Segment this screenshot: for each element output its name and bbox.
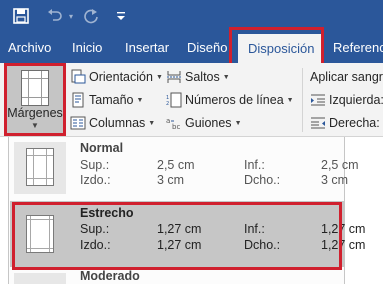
preset-thumbnail — [14, 142, 66, 194]
preset-inf-value: 2,5 cm — [321, 158, 359, 172]
margins-label: Márgenes — [7, 106, 63, 120]
tab-diseno[interactable]: Diseño — [187, 33, 227, 63]
svg-text:a: a — [166, 117, 170, 125]
margin-preset-normal[interactable]: Normal Sup.: 2,5 cm Inf.: 2,5 cm Izdo.: … — [10, 137, 359, 197]
preset-izdo-label: Izdo.: — [80, 173, 111, 187]
ribbon-separator — [302, 68, 303, 132]
hyphenation-label: Guiones — [185, 116, 232, 130]
tab-disposicion[interactable]: Disposición — [238, 34, 325, 64]
margin-preset-moderate[interactable]: Moderado — [10, 267, 345, 284]
preset-sup-value: 2,5 cm — [157, 158, 195, 172]
preset-dcho-label: Dcho.: — [244, 173, 281, 187]
svg-text:2: 2 — [166, 101, 169, 107]
quick-access-toolbar: ▾ — [0, 0, 383, 33]
ribbon-tabs: Archivo Inicio Insertar Diseño Disposici… — [0, 33, 383, 64]
orientation-icon — [70, 69, 86, 85]
breaks-label: Saltos — [185, 70, 220, 84]
preset-inf-label: Inf.: — [244, 222, 265, 236]
page-margins-icon — [26, 215, 54, 253]
hyphenation-icon: a bc — [166, 115, 182, 131]
preset-dcho-value: 1,27 cm — [321, 238, 366, 252]
tab-archivo[interactable]: Archivo — [8, 33, 51, 63]
preset-sup-label: Sup.: — [80, 158, 110, 172]
preset-izdo-label: Izdo.: — [80, 238, 111, 252]
size-icon — [70, 92, 86, 108]
indent-left-field[interactable]: Izquierda: — [310, 90, 383, 110]
breaks-icon — [166, 69, 182, 85]
undo-icon[interactable] — [46, 7, 64, 25]
customize-qat-icon[interactable] — [114, 7, 128, 25]
margins-button[interactable]: Márgenes ▼ — [6, 65, 64, 135]
tab-inicio[interactable]: Inicio — [72, 33, 102, 63]
undo-dropdown-icon[interactable]: ▾ — [66, 10, 76, 22]
svg-text:bc: bc — [172, 123, 180, 131]
tab-referencias[interactable]: Referencias — [333, 33, 383, 63]
margin-preset-narrow[interactable]: Estrecho Sup.: 1,27 cm Inf.: 1,27 cm Izd… — [10, 201, 365, 267]
size-button[interactable]: Tamaño ▼ — [70, 90, 143, 110]
preset-sup-value: 1,27 cm — [157, 222, 202, 236]
indent-left-label: Izquierda: — [329, 93, 383, 107]
chevron-down-icon: ▼ — [31, 121, 39, 130]
preset-inf-value: 1,27 cm — [321, 222, 366, 236]
line-numbers-icon: 12 — [166, 92, 182, 108]
ribbon-layout-group: Márgenes ▼ Orientación ▼ Tamaño ▼ Columnas… — [0, 63, 383, 137]
preset-name: Moderado — [80, 269, 140, 283]
preset-izdo-value: 1,27 cm — [157, 238, 202, 252]
redo-icon[interactable] — [82, 7, 100, 25]
preset-sup-label: Sup.: — [80, 222, 110, 236]
page-margins-icon — [26, 148, 54, 186]
indent-right-field[interactable]: Derecha: — [310, 113, 380, 133]
orientation-button[interactable]: Orientación ▼ — [70, 67, 163, 87]
indent-left-icon — [310, 92, 326, 108]
save-icon[interactable] — [12, 7, 30, 25]
size-label: Tamaño — [89, 93, 134, 107]
breaks-button[interactable]: Saltos ▼ — [166, 67, 230, 87]
preset-thumbnail — [14, 273, 66, 284]
indent-right-icon — [310, 115, 326, 131]
margins-icon — [21, 70, 49, 106]
indent-heading: Aplicar sangría — [310, 67, 383, 87]
preset-dcho-value: 3 cm — [321, 173, 349, 187]
margins-dropdown: Normal Sup.: 2,5 cm Inf.: 2,5 cm Izdo.: … — [8, 137, 365, 284]
orientation-label: Orientación — [89, 70, 153, 84]
preset-dcho-label: Dcho.: — [244, 238, 281, 252]
columns-label: Columnas — [89, 116, 146, 130]
line-numbers-label: Números de línea — [185, 93, 284, 107]
line-numbers-button[interactable]: 12 Números de línea ▼ — [166, 90, 294, 110]
indent-right-label: Derecha: — [329, 116, 380, 130]
preset-inf-label: Inf.: — [244, 158, 265, 172]
preset-thumbnail — [14, 207, 66, 263]
preset-name: Estrecho — [80, 206, 134, 220]
indent-label: Aplicar sangría — [310, 70, 383, 84]
tab-insertar[interactable]: Insertar — [125, 33, 169, 63]
preset-izdo-value: 3 cm — [157, 173, 185, 187]
columns-icon — [70, 115, 86, 131]
columns-button[interactable]: Columnas ▼ — [70, 113, 155, 133]
preset-name: Normal — [80, 141, 124, 155]
hyphenation-button[interactable]: a bc Guiones ▼ — [166, 113, 242, 133]
